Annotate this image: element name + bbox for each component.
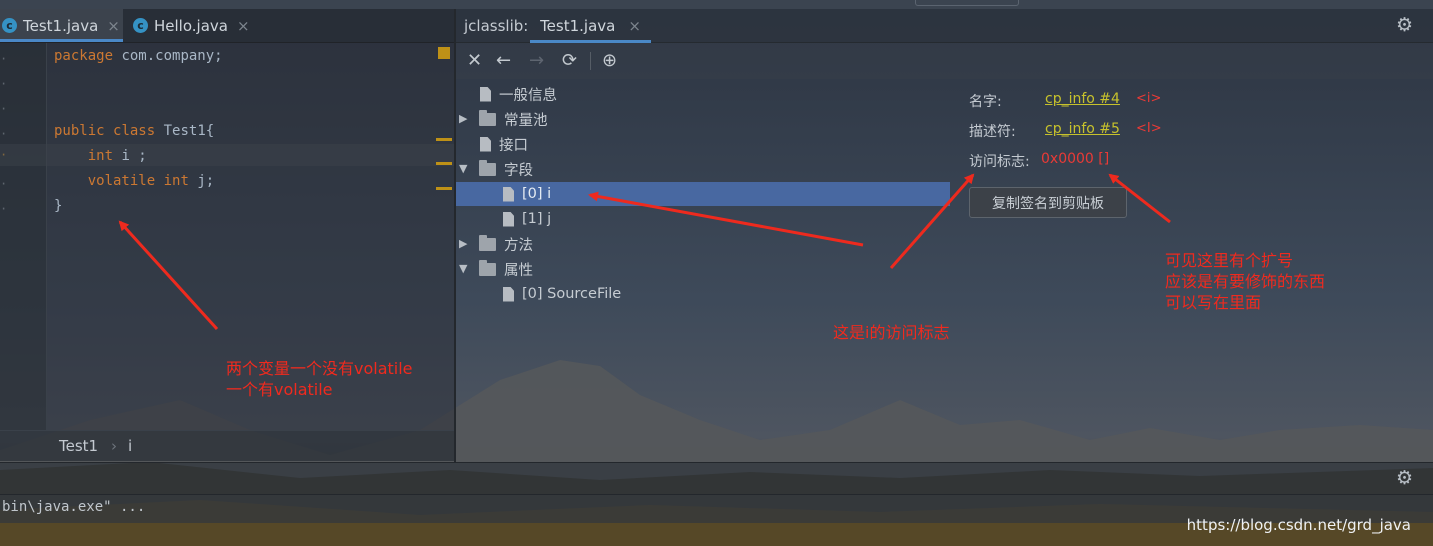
annotation-arrow: [1108, 173, 1171, 224]
console-line: bin\java.exe" ...: [2, 499, 146, 515]
annotation-arrow: [588, 191, 864, 247]
annotation-arrow: [889, 173, 975, 269]
gear-icon[interactable]: ⚙: [1396, 467, 1413, 489]
run-panel-header: ⚙: [0, 462, 1433, 495]
watermark: https://blog.csdn.net/grd_java: [1186, 516, 1411, 534]
annotation-arrow: [118, 220, 219, 331]
